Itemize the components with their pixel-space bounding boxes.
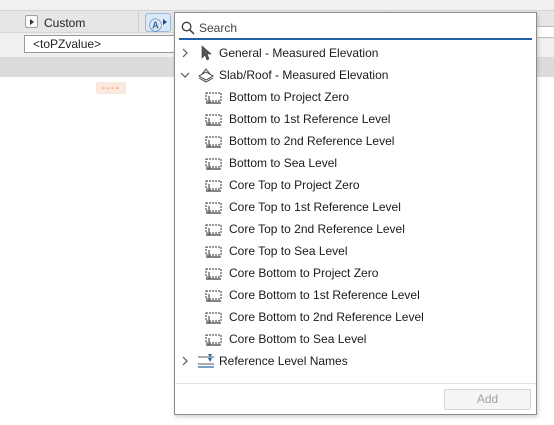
parameter-picker-popup: General - Measured Elevation Slab/Roof -… <box>174 12 537 415</box>
tree-item[interactable]: Core Top to 1st Reference Level <box>175 196 536 218</box>
tree-item-label: Core Bottom to Sea Level <box>229 332 367 346</box>
search-input[interactable] <box>199 19 529 37</box>
tree-item[interactable]: Bottom to Sea Level <box>175 152 536 174</box>
elevation-parameter-icon <box>205 224 222 236</box>
elevation-parameter-icon <box>205 180 222 192</box>
tree-item[interactable]: Core Bottom to Project Zero <box>175 262 536 284</box>
elevation-parameter-icon <box>205 92 222 104</box>
tree-item-label: Core Top to Sea Level <box>229 244 348 258</box>
chevron-right-icon[interactable] <box>180 47 190 59</box>
chevron-right-icon <box>163 19 167 25</box>
elevation-parameter-icon <box>205 136 222 148</box>
tree-item-label: Bottom to Sea Level <box>229 156 338 170</box>
search-icon <box>181 21 195 35</box>
tree-item-label: Core Top to 1st Reference Level <box>229 200 401 214</box>
tree-item[interactable]: Bottom to 2nd Reference Level <box>175 130 536 152</box>
tree-group-slab-roof[interactable]: Slab/Roof - Measured Elevation <box>175 64 536 86</box>
tree-item[interactable]: Core Bottom to 2nd Reference Level <box>175 306 536 328</box>
column-separator <box>138 10 139 33</box>
tree-item[interactable]: Bottom to Project Zero <box>175 86 536 108</box>
side-field[interactable] <box>536 26 554 38</box>
expression-menu-button[interactable]: Ⓐ <box>145 13 171 34</box>
tree-item-label: Bottom to Project Zero <box>229 90 350 104</box>
elevation-parameter-icon <box>205 202 222 214</box>
tree-item[interactable]: Core Bottom to Sea Level <box>175 328 536 350</box>
tree-item-label: Bottom to 2nd Reference Level <box>229 134 395 148</box>
expand-custom-toggle[interactable] <box>25 15 38 28</box>
tree-item[interactable]: Core Top to Project Zero <box>175 174 536 196</box>
tree-item-label: Bottom to 1st Reference Level <box>229 112 391 126</box>
tree-group-label: Reference Level Names <box>219 354 348 368</box>
chevron-right-icon[interactable] <box>180 355 190 367</box>
tree-item-label: Core Top to Project Zero <box>229 178 360 192</box>
elevation-parameter-icon <box>205 312 222 324</box>
tree-item[interactable]: Core Bottom to 1st Reference Level <box>175 284 536 306</box>
tree-group-label: Slab/Roof - Measured Elevation <box>219 68 389 82</box>
elevation-parameter-icon <box>205 268 222 280</box>
tree-item[interactable]: Core Top to 2nd Reference Level <box>175 218 536 240</box>
elevation-parameter-icon <box>205 246 222 258</box>
add-button[interactable]: Add <box>444 389 531 410</box>
tree-item-label: Core Bottom to 1st Reference Level <box>229 288 420 302</box>
cursor-arrow-icon <box>201 45 212 61</box>
expression-value-field[interactable]: <toPZvalue> <box>24 35 176 53</box>
tree-item[interactable]: Bottom to 1st Reference Level <box>175 108 536 130</box>
tree-item-label: Core Bottom to 2nd Reference Level <box>229 310 424 324</box>
expression-icon: Ⓐ <box>149 19 163 34</box>
elevation-parameter-icon <box>205 334 222 346</box>
tree-item[interactable]: Core Top to Sea Level <box>175 240 536 262</box>
tree-group-general[interactable]: General - Measured Elevation <box>175 42 536 64</box>
tree-group-reference-level-names[interactable]: Reference Level Names <box>175 350 536 372</box>
search-bar <box>179 18 532 40</box>
elevation-parameter-icon <box>205 290 222 302</box>
status-indicator: ---- <box>96 82 126 94</box>
elevation-parameter-icon <box>205 114 222 126</box>
tree-group-label: General - Measured Elevation <box>219 46 379 60</box>
elevation-parameter-icon <box>205 158 222 170</box>
chevron-down-icon[interactable] <box>180 69 190 81</box>
reference-level-icon <box>198 354 214 368</box>
slab-roof-icon <box>197 68 215 83</box>
custom-row-label: Custom <box>44 16 86 30</box>
tree-item-label: Core Bottom to Project Zero <box>229 266 379 280</box>
tree-item-label: Core Top to 2nd Reference Level <box>229 222 405 236</box>
footer-divider <box>175 383 536 384</box>
